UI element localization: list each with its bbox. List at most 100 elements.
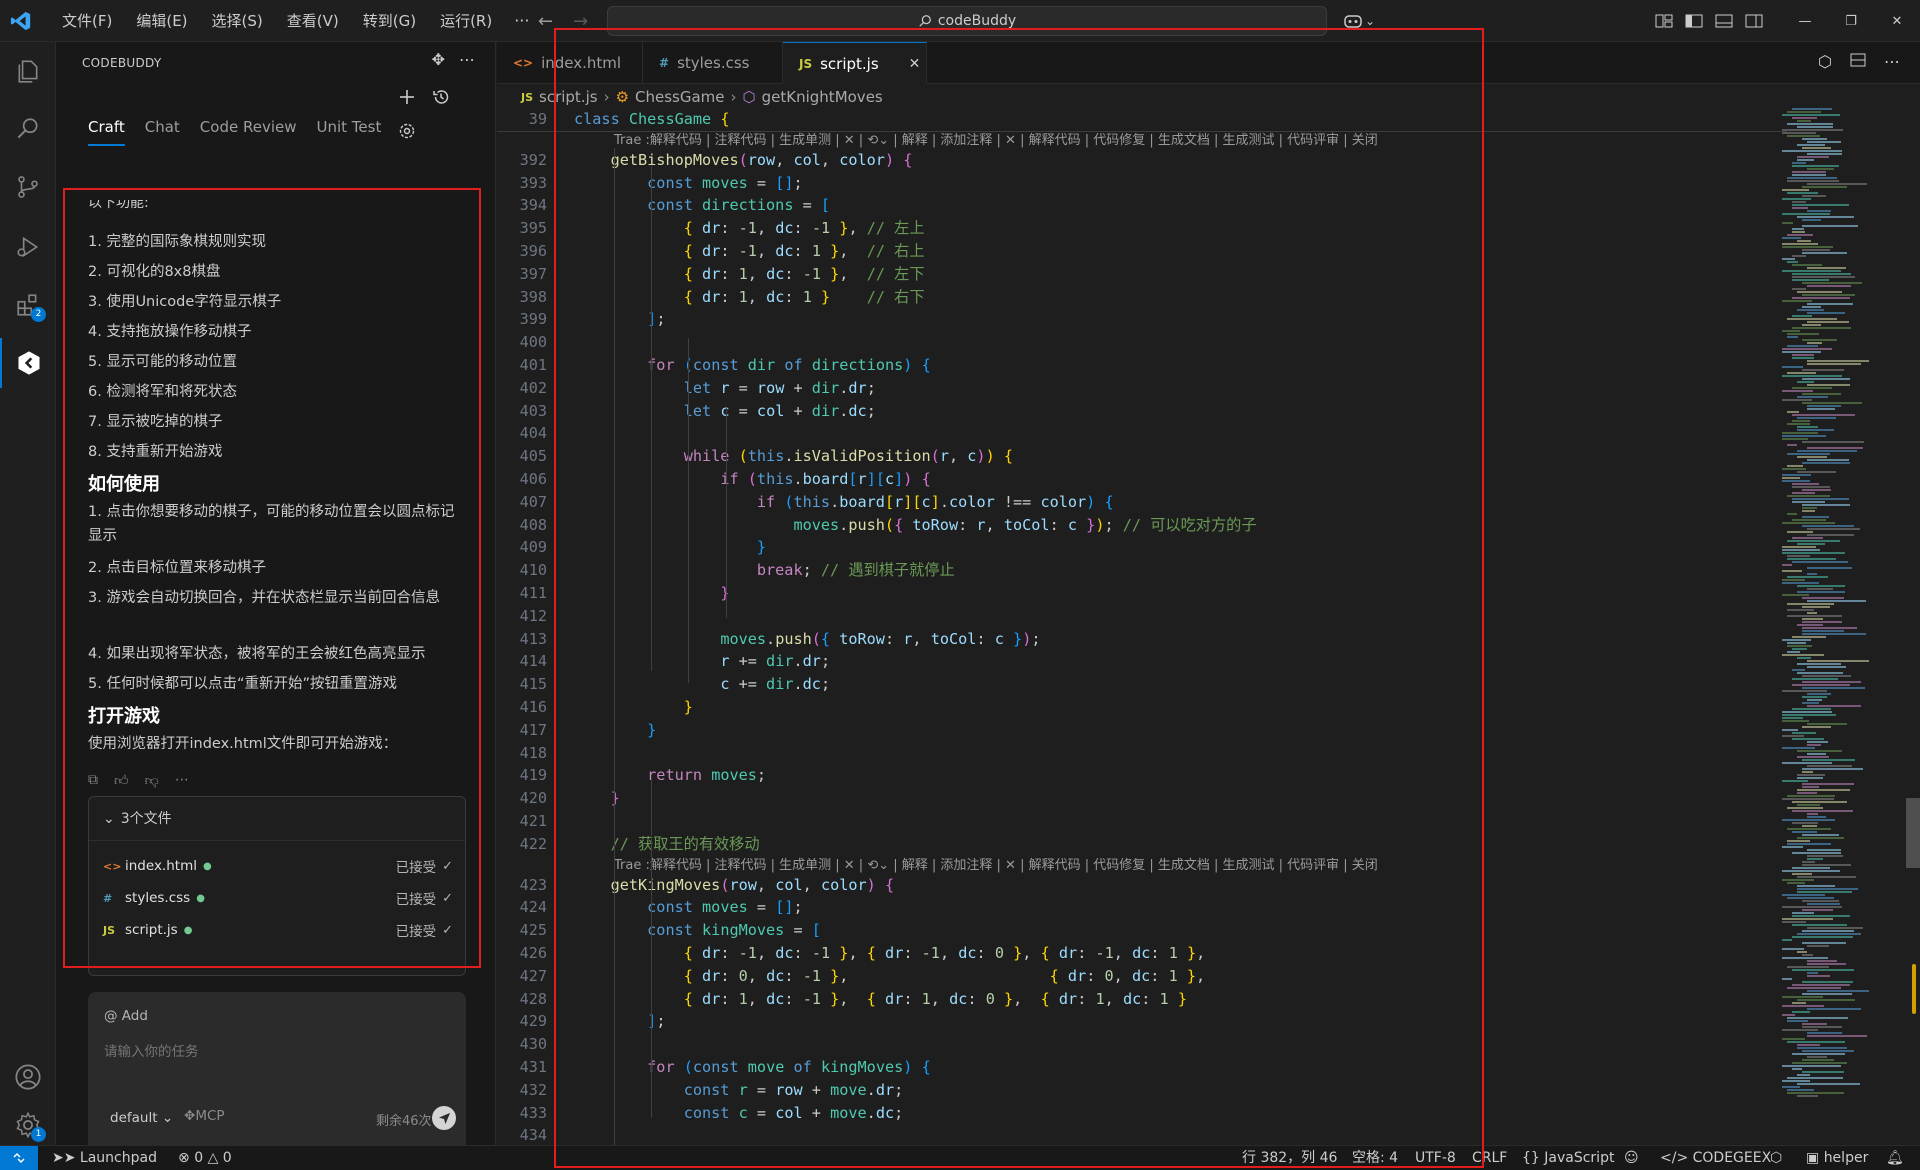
code-line[interactable]: 421 bbox=[497, 810, 574, 833]
code-line[interactable]: 428 { dr: 1, dc: -1 }, { dr: 1, dc: 0 },… bbox=[497, 988, 1187, 1011]
codebuddy-status-icon[interactable]: ⬡ bbox=[1770, 1146, 1782, 1170]
toggle-primary-sidebar-icon[interactable] bbox=[1685, 13, 1703, 29]
toggle-secondary-sidebar-icon[interactable] bbox=[1745, 13, 1763, 29]
back-arrow-icon[interactable]: ← bbox=[538, 11, 553, 32]
tab-script-js[interactable]: JS script.js ✕ bbox=[783, 42, 927, 84]
code-line[interactable]: 407 if (this.board[r][c].color !== color… bbox=[497, 491, 1114, 514]
tab-craft[interactable]: Craft bbox=[88, 118, 125, 146]
drag-handle-icon[interactable]: ✥ bbox=[432, 50, 445, 69]
code-line[interactable]: 426 { dr: -1, dc: -1 }, { dr: -1, dc: 0 … bbox=[497, 942, 1206, 965]
codelens-actions[interactable]: Trae :解释代码 | 注释代码 | 生成单测 | ✕ | ⟲⌄ | 解释 |… bbox=[614, 132, 1378, 150]
copy-icon[interactable]: ⧉ bbox=[88, 772, 98, 789]
code-line[interactable]: 414 r += dir.dr; bbox=[497, 650, 831, 673]
tab-index-html[interactable]: <> index.html bbox=[497, 42, 643, 84]
code-line[interactable]: 423 getKingMoves(row, col, color) { bbox=[497, 874, 895, 897]
encoding[interactable]: UTF-8 bbox=[1415, 1146, 1456, 1170]
menu-selection[interactable]: 选择(S) bbox=[200, 0, 275, 42]
copilot-status-icon[interactable]: ☺ bbox=[1624, 1146, 1639, 1170]
code-line[interactable]: 404 bbox=[497, 422, 574, 445]
minimize-icon[interactable]: — bbox=[1782, 14, 1828, 29]
editor-scrollbar[interactable] bbox=[1906, 798, 1920, 868]
code-line[interactable]: 405 while (this.isValidPosition(r, c)) { bbox=[497, 445, 1013, 468]
code-line[interactable]: 408 moves.push({ toRow: r, toCol: c }); … bbox=[497, 514, 1257, 537]
more-actions-icon[interactable]: ⋯ bbox=[1884, 52, 1900, 71]
code-line[interactable]: 429 ]; bbox=[497, 1010, 666, 1033]
forward-arrow-icon[interactable]: → bbox=[573, 11, 588, 32]
tab-unit-test[interactable]: Unit Test bbox=[316, 118, 381, 146]
line-ending[interactable]: CRLF bbox=[1472, 1146, 1507, 1170]
search-view-icon[interactable] bbox=[0, 104, 56, 154]
code-line[interactable]: 416 } bbox=[497, 696, 693, 719]
tab-chat[interactable]: Chat bbox=[145, 118, 180, 146]
code-line[interactable]: 412 bbox=[497, 605, 574, 628]
menu-run[interactable]: 运行(R) bbox=[428, 0, 504, 42]
code-line[interactable]: 431 for (const move of kingMoves) { bbox=[497, 1056, 931, 1079]
code-line[interactable]: 425 const kingMoves = [ bbox=[497, 919, 821, 942]
accounts-icon[interactable] bbox=[0, 1052, 56, 1102]
menu-edit[interactable]: 编辑(E) bbox=[124, 0, 199, 42]
source-control-icon[interactable] bbox=[0, 162, 56, 212]
file-row-script-js[interactable]: JS script.js ● 已接受 ✓ bbox=[103, 919, 453, 941]
code-line[interactable]: 396 { dr: -1, dc: 1 }, // 右上 bbox=[497, 240, 925, 263]
code-line[interactable]: 424 const moves = []; bbox=[497, 896, 803, 919]
close-tab-icon[interactable]: ✕ bbox=[909, 56, 921, 72]
command-center-search[interactable]: codeBuddy bbox=[607, 6, 1327, 36]
explorer-icon[interactable] bbox=[0, 46, 56, 96]
restore-icon[interactable]: ❐ bbox=[1828, 14, 1874, 29]
code-line[interactable]: 418 bbox=[497, 742, 574, 765]
code-line[interactable]: 397 { dr: 1, dc: -1 }, // 左下 bbox=[497, 263, 925, 286]
code-line[interactable]: 406 if (this.board[r][c]) { bbox=[497, 468, 931, 491]
menu-view[interactable]: 查看(V) bbox=[275, 0, 351, 42]
mode-select[interactable]: default ⌄ bbox=[110, 1110, 173, 1126]
send-button[interactable] bbox=[432, 1106, 456, 1130]
cursor-position[interactable]: 行 382，列 46 bbox=[1242, 1146, 1337, 1170]
copilot-menu-button[interactable]: ⌄ bbox=[1343, 8, 1375, 34]
code-line[interactable]: 434 bbox=[497, 1124, 574, 1147]
tab-code-review[interactable]: Code Review bbox=[200, 118, 297, 146]
toggle-panel-icon[interactable] bbox=[1715, 13, 1733, 29]
codegeex-status[interactable]: </> CODEGEEX bbox=[1660, 1146, 1771, 1170]
code-line[interactable]: 430 bbox=[497, 1033, 574, 1056]
code-line[interactable]: 417 } bbox=[497, 719, 657, 742]
split-editor-icon[interactable] bbox=[1850, 52, 1866, 68]
code-line[interactable]: 401 for (const dir of directions) { bbox=[497, 354, 931, 377]
mcp-button[interactable]: ✥MCP bbox=[184, 1108, 225, 1124]
history-icon[interactable] bbox=[432, 88, 450, 106]
code-line[interactable]: 427 { dr: 0, dc: -1 }, { dr: 0, dc: 1 }, bbox=[497, 965, 1206, 988]
code-line[interactable]: 433 const c = col + move.dc; bbox=[497, 1102, 904, 1125]
file-row-styles-css[interactable]: # styles.css ● 已接受 ✓ bbox=[103, 887, 453, 909]
more-icon[interactable]: ⋯ bbox=[175, 772, 189, 789]
breadcrumb-file[interactable]: script.js bbox=[539, 88, 598, 106]
menu-file[interactable]: 文件(F) bbox=[50, 0, 124, 42]
code-line[interactable]: 415 c += dir.dc; bbox=[497, 673, 831, 696]
code-line[interactable]: 419 return moves; bbox=[497, 764, 767, 787]
more-actions-icon[interactable]: ⋯ bbox=[459, 50, 475, 69]
minimap[interactable] bbox=[1782, 108, 1892, 1118]
tab-styles-css[interactable]: # styles.css bbox=[643, 42, 783, 84]
code-line[interactable]: 402 let r = row + dir.dr; bbox=[497, 377, 876, 400]
customize-layout-icon[interactable] bbox=[1655, 13, 1673, 29]
thumbs-up-icon[interactable]: 👍︎ bbox=[114, 772, 129, 789]
code-line[interactable]: 393 const moves = []; bbox=[497, 172, 803, 195]
code-line[interactable]: 432 const r = row + move.dr; bbox=[497, 1079, 904, 1102]
codebuddy-editor-icon[interactable]: ⬡ bbox=[1818, 52, 1832, 71]
run-debug-icon[interactable] bbox=[0, 222, 56, 272]
menu-go[interactable]: 转到(G) bbox=[351, 0, 428, 42]
panel-settings-icon[interactable] bbox=[398, 122, 416, 144]
codebuddy-icon[interactable] bbox=[0, 338, 56, 388]
code-line[interactable]: 395 { dr: -1, dc: -1 }, // 左上 bbox=[497, 217, 925, 240]
language-mode[interactable]: {} JavaScript bbox=[1522, 1146, 1614, 1170]
new-chat-icon[interactable] bbox=[398, 88, 416, 106]
code-line[interactable]: 422 // 获取王的有效移动 bbox=[497, 833, 760, 856]
task-input[interactable] bbox=[104, 1044, 444, 1059]
code-line[interactable]: 392 getBishopMoves(row, col, color) { bbox=[497, 149, 913, 172]
manage-gear-icon[interactable]: 1 bbox=[0, 1100, 56, 1150]
problems-indicator[interactable]: ⊗ 0 △ 0 bbox=[178, 1146, 232, 1170]
notifications-bell-icon[interactable]: 🔔︎ bbox=[1886, 1146, 1904, 1170]
code-line[interactable]: 399 ]; bbox=[497, 308, 666, 331]
breadcrumb-method[interactable]: getKnightMoves bbox=[762, 88, 883, 106]
indentation[interactable]: 空格: 4 bbox=[1352, 1146, 1398, 1170]
breadcrumb-class[interactable]: ChessGame bbox=[635, 88, 725, 106]
launchpad-button[interactable]: ➤➤ Launchpad bbox=[52, 1146, 157, 1170]
code-line[interactable]: 420 } bbox=[497, 787, 620, 810]
